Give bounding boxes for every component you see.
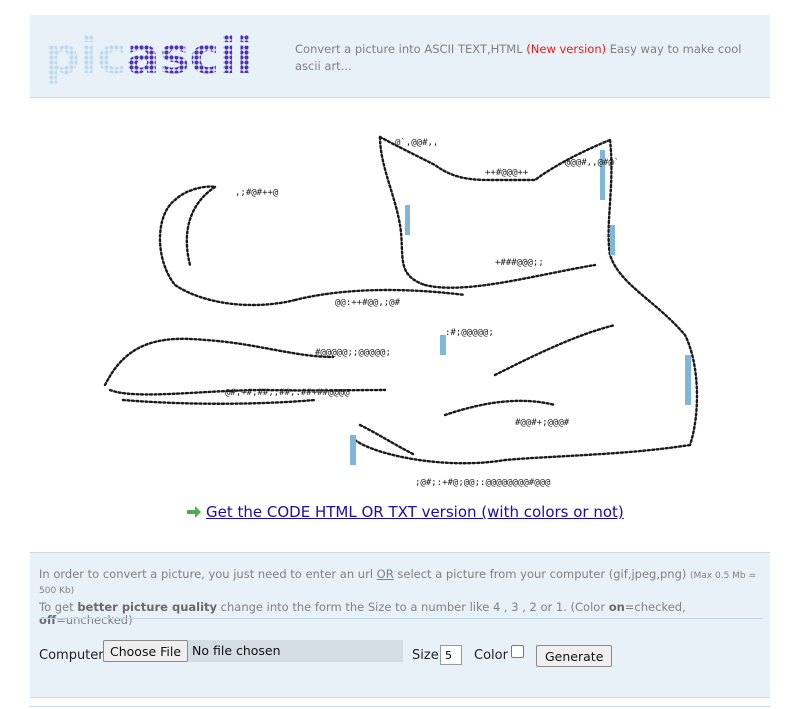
color-checkbox[interactable] bbox=[511, 645, 524, 658]
size-input[interactable] bbox=[440, 645, 462, 665]
get-code-link-text[interactable]: Get the CODE HTML OR TXT version (with c… bbox=[206, 503, 624, 521]
instructions-or: OR bbox=[376, 567, 394, 581]
file-status-text: No file chosen bbox=[192, 643, 281, 658]
form-divider bbox=[39, 618, 762, 619]
svg-text:+###@@@;;: +###@@@;; bbox=[495, 258, 544, 268]
get-code-link[interactable]: Get the CODE HTML OR TXT version (with c… bbox=[186, 503, 624, 521]
instructions-line2-a: To get bbox=[39, 600, 78, 614]
color-label: Color bbox=[474, 648, 508, 663]
instructions-on: on bbox=[608, 600, 625, 614]
choose-file-button[interactable]: Choose File bbox=[103, 640, 189, 662]
instructions-line1-a: In order to convert a picture, you just … bbox=[39, 567, 377, 581]
convert-form-panel: In order to convert a picture, you just … bbox=[30, 552, 770, 698]
new-version-label: (New version) bbox=[526, 42, 607, 56]
green-right-arrow-icon bbox=[187, 506, 201, 518]
instructions-line1-b: select a picture from your computer (gif… bbox=[393, 567, 691, 581]
instructions-line2-c: =checked, bbox=[624, 600, 686, 614]
svg-text:#@@@@@;;@@@@@;: #@@@@@;;@@@@@; bbox=[315, 348, 391, 358]
site-header: pic ascii Convert a picture into ASCII T… bbox=[30, 15, 770, 98]
svg-text:@`,@@#,,: @`,@@#,, bbox=[395, 137, 438, 148]
svg-text:;@#;:+#@;@@;:@@@@@@@@#@@@: ;@#;:+#@;@@;:@@@@@@@@#@@@ bbox=[415, 478, 551, 488]
logo-ascii-text: ascii bbox=[126, 35, 253, 85]
tagline-text: Convert a picture into ASCII TEXT,HTML bbox=[295, 42, 523, 56]
svg-text:@@:++#@@,;@#: @@:++#@@,;@# bbox=[335, 298, 401, 308]
instructions-line2-b: change into the form the Size to a numbe… bbox=[217, 600, 609, 614]
bottom-divider bbox=[30, 706, 770, 707]
instructions-off: off bbox=[39, 613, 57, 627]
file-input[interactable]: Choose File No file chosen bbox=[103, 640, 403, 662]
svg-text:@@@#,,@#@`: @@@#,,@#@` bbox=[565, 157, 619, 168]
instructions-line2-d: =unchecked) bbox=[56, 613, 133, 627]
ascii-art-cat-image: @`,@@#,, ++#@@@++ @@@#,,@#@` ,;#@#++@ @@… bbox=[103, 135, 699, 488]
size-label: Size bbox=[412, 648, 439, 663]
tagline: Convert a picture into ASCII TEXT,HTML (… bbox=[295, 41, 765, 75]
computer-label: Computer bbox=[39, 648, 104, 663]
svg-text::#;@@@@@;: :#;@@@@@; bbox=[445, 328, 494, 338]
picascii-logo[interactable]: pic ascii bbox=[44, 35, 282, 93]
generate-button[interactable]: Generate bbox=[536, 645, 613, 667]
svg-text:,;#@#++@: ,;#@#++@ bbox=[235, 188, 279, 198]
svg-text:@#;+#;##;;##;:##+##@@@@: @#;+#;##;;##;:##+##@@@@ bbox=[225, 388, 350, 398]
instructions-quality-bold: better picture quality bbox=[77, 600, 218, 614]
logo-pic-text: pic bbox=[44, 35, 127, 85]
svg-text:#@@#+;@@@#: #@@#+;@@@# bbox=[515, 418, 570, 428]
svg-text:++#@@@++: ++#@@@++ bbox=[485, 168, 529, 178]
